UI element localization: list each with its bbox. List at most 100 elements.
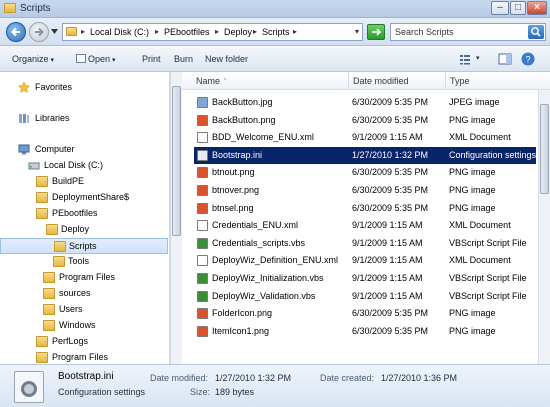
breadcrumb-separator[interactable]: ▸ bbox=[81, 27, 85, 36]
preview-pane-button[interactable] bbox=[497, 51, 513, 67]
nav-folder-windows[interactable]: Windows bbox=[0, 318, 168, 334]
breadcrumb-scripts[interactable]: Scripts bbox=[262, 27, 290, 37]
view-list-icon bbox=[460, 55, 470, 65]
scrollbar-thumb[interactable] bbox=[540, 104, 549, 194]
help-button[interactable]: ? bbox=[520, 51, 536, 67]
file-row[interactable]: Bootstrap.ini 1/27/2010 1:32 PM Configurat… bbox=[194, 146, 536, 164]
nav-folder-users[interactable]: Users bbox=[0, 302, 168, 318]
recent-pages-dropdown[interactable] bbox=[51, 29, 58, 34]
column-divider[interactable] bbox=[348, 72, 349, 90]
views-dropdown[interactable]: ▾ bbox=[476, 54, 480, 62]
file-row[interactable]: BackButton.png 6/30/2009 5:35 PM PNG image bbox=[194, 112, 536, 129]
refresh-icon bbox=[372, 28, 382, 36]
nav-folder-deploy[interactable]: Deploy bbox=[0, 222, 168, 238]
navigation-scrollbar[interactable] bbox=[170, 72, 182, 364]
views-button[interactable] bbox=[458, 51, 474, 67]
folder-icon bbox=[43, 304, 55, 315]
breadcrumb-local-disk[interactable]: Local Disk (C:) bbox=[90, 27, 149, 37]
nav-folder-program-files-root[interactable]: Program Files bbox=[0, 350, 168, 364]
breadcrumb-separator[interactable]: ▸ bbox=[155, 27, 159, 36]
nav-libraries[interactable]: Libraries bbox=[0, 111, 168, 127]
file-row[interactable]: BDD_Welcome_ENU.xml 9/1/2009 1:15 AM XML D… bbox=[194, 129, 536, 146]
breadcrumb-separator[interactable]: ▸ bbox=[253, 27, 257, 36]
open-button[interactable]: Open ▾ bbox=[76, 54, 116, 64]
file-row[interactable]: DeployWiz_Initialization.vbs 9/1/2009 1:1… bbox=[194, 270, 536, 287]
file-list-scrollbar[interactable] bbox=[538, 90, 550, 364]
file-row[interactable]: DeployWiz_Definition_ENU.xml 9/1/2009 1:1… bbox=[194, 252, 536, 269]
config-file-icon bbox=[14, 371, 44, 403]
nav-local-disk[interactable]: Local Disk (C:) bbox=[0, 158, 168, 174]
close-button[interactable]: × bbox=[527, 1, 547, 15]
burn-button[interactable]: Burn bbox=[174, 54, 193, 64]
file-row[interactable]: btnout.png 6/30/2009 5:35 PM PNG image bbox=[194, 164, 536, 181]
file-row[interactable]: ItemIcon1.png 6/30/2009 5:35 PM PNG image bbox=[194, 323, 536, 340]
print-button[interactable]: Print bbox=[142, 54, 161, 64]
address-box[interactable]: ▸ Local Disk (C:) ▸ PEbootfiles ▸ Deploy… bbox=[62, 23, 363, 41]
nav-folder-tools[interactable]: Tools bbox=[0, 254, 168, 270]
breadcrumb-pebootfiles[interactable]: PEbootfiles bbox=[164, 27, 210, 37]
folder-icon bbox=[66, 27, 77, 36]
nav-folder-label: Tools bbox=[68, 256, 90, 266]
navigation-pane: Favorites Libraries Computer Local Disk … bbox=[0, 72, 170, 364]
file-row[interactable]: DeployWiz_Validation.vbs 9/1/2009 1:15 AM… bbox=[194, 288, 536, 305]
back-button[interactable] bbox=[6, 22, 26, 42]
file-row[interactable]: FolderIcon.png 6/30/2009 5:35 PM PNG image bbox=[194, 305, 536, 322]
column-type[interactable]: Type bbox=[450, 76, 470, 86]
file-row[interactable]: Credentials_scripts.vbs 9/1/2009 1:15 AM V… bbox=[194, 235, 536, 252]
column-name[interactable]: Name ˆ bbox=[196, 76, 226, 86]
file-row[interactable]: Credentials_ENU.xml 9/1/2009 1:15 AM XML D… bbox=[194, 217, 536, 234]
search-input[interactable]: Search Scripts bbox=[390, 23, 546, 41]
forward-button[interactable] bbox=[29, 22, 49, 42]
column-divider[interactable] bbox=[445, 72, 446, 90]
file-list-pane: Name ˆ Date modified Type BackButton.jpg 6… bbox=[182, 72, 550, 364]
nav-folder-pebootfiles[interactable]: PEbootfiles bbox=[0, 206, 168, 222]
command-bar: Organize ▾ Open ▾ Print Burn New folder ▾ … bbox=[0, 46, 550, 72]
file-name: ItemIcon1.png bbox=[212, 325, 270, 336]
folder-icon bbox=[43, 272, 55, 283]
breadcrumb-separator[interactable]: ▸ bbox=[215, 27, 219, 36]
open-label: Open bbox=[88, 54, 111, 64]
folder-icon bbox=[36, 352, 48, 363]
file-row[interactable]: btnsel.png 6/30/2009 5:35 PM PNG image bbox=[194, 200, 536, 217]
new-folder-button[interactable]: New folder bbox=[205, 54, 248, 64]
png-icon bbox=[197, 308, 208, 320]
nav-favorites-label: Favorites bbox=[35, 82, 73, 92]
nav-folder-sources[interactable]: sources bbox=[0, 286, 168, 302]
nav-folder-scripts[interactable]: Scripts bbox=[0, 238, 168, 254]
title-bar: Scripts – □ × bbox=[0, 0, 550, 18]
details-created-label: Date created: bbox=[320, 373, 375, 383]
file-type: VBScript Script File bbox=[449, 290, 527, 301]
organize-button[interactable]: Organize ▾ bbox=[12, 54, 54, 64]
folder-icon bbox=[43, 288, 55, 299]
png-icon bbox=[197, 185, 208, 196]
refresh-button[interactable] bbox=[367, 24, 385, 40]
drive-icon bbox=[28, 162, 40, 170]
file-row[interactable]: btnover.png 6/30/2009 5:35 PM PNG image bbox=[194, 182, 536, 199]
nav-favorites[interactable]: Favorites bbox=[0, 80, 168, 96]
maximize-button[interactable]: □ bbox=[510, 1, 526, 15]
nav-computer[interactable]: Computer bbox=[0, 142, 168, 158]
breadcrumb-separator[interactable]: ▸ bbox=[293, 27, 297, 36]
nav-folder-buildpe[interactable]: BuildPE bbox=[0, 174, 168, 190]
file-row[interactable]: BackButton.jpg 6/30/2009 5:35 PM JPEG imag… bbox=[194, 94, 536, 111]
minimize-button[interactable]: – bbox=[491, 1, 509, 15]
breadcrumb-deploy[interactable]: Deploy bbox=[224, 27, 252, 37]
file-type: PNG image bbox=[449, 167, 496, 178]
file-date-modified: 9/1/2009 1:15 AM bbox=[352, 132, 423, 143]
nav-folder-perflogs[interactable]: PerfLogs bbox=[0, 334, 168, 350]
folder-icon bbox=[4, 3, 16, 13]
nav-folder-label: Users bbox=[59, 304, 83, 314]
folder-icon bbox=[43, 320, 55, 331]
details-size-value: 189 bytes bbox=[215, 387, 255, 397]
file-type: PNG image bbox=[449, 185, 496, 195]
search-icon[interactable] bbox=[528, 25, 544, 39]
nav-folder-program-files[interactable]: Program Files bbox=[0, 270, 168, 286]
png-icon bbox=[197, 325, 208, 337]
folder-icon bbox=[46, 224, 58, 235]
address-dropdown[interactable]: ▾ bbox=[355, 27, 359, 36]
nav-folder-deploymentshare[interactable]: DeploymentShare$ bbox=[0, 190, 168, 206]
sort-ascending-icon: ˆ bbox=[224, 79, 227, 86]
column-date-modified[interactable]: Date modified bbox=[353, 76, 409, 86]
folder-icon bbox=[54, 241, 66, 252]
scrollbar-thumb[interactable] bbox=[172, 86, 181, 236]
